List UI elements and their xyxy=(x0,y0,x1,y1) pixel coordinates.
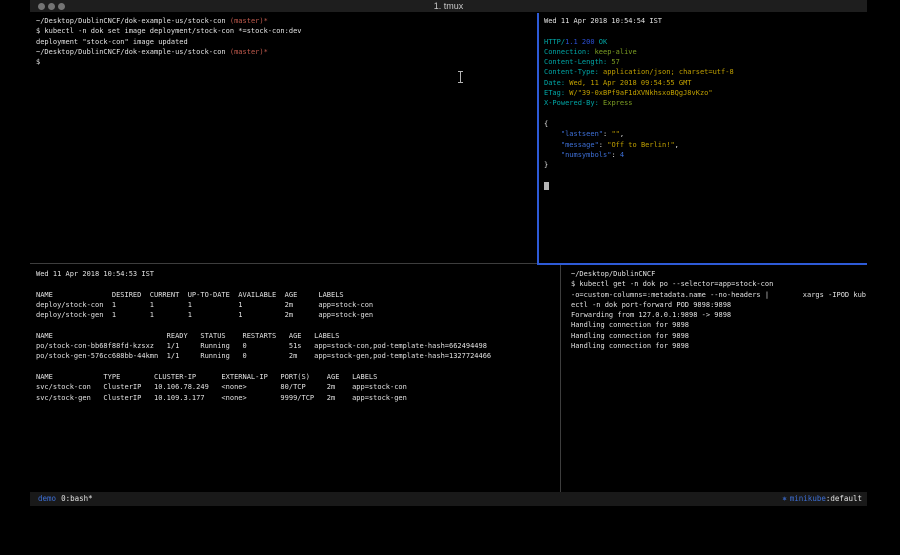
terminal-line: svc/stock-con ClusterIP 10.106.78.249 <n… xyxy=(36,382,560,392)
title-bar[interactable]: 1. tmux xyxy=(30,0,867,13)
terminal-line xyxy=(544,170,867,180)
terminal-line xyxy=(36,279,560,289)
status-bar-right: ⎈minikube:default xyxy=(782,492,862,506)
pane-divider-horizontal-right[interactable] xyxy=(537,263,867,265)
terminal-line: Wed 11 Apr 2018 10:54:54 IST xyxy=(544,16,867,26)
terminal-line: { xyxy=(544,119,867,129)
terminal-line: ~/Desktop/DublinCNCF xyxy=(571,269,867,279)
terminal-line: Wed 11 Apr 2018 10:54:53 IST xyxy=(36,269,560,279)
terminal-line xyxy=(544,109,867,119)
terminal-line: "numsymbols": 4 xyxy=(544,150,867,160)
desktop-background: 1. tmux ~/Desktop/DublinCNCF/dok-example… xyxy=(0,0,900,555)
window-title: 1. tmux xyxy=(30,1,867,11)
terminal-line: $ xyxy=(36,57,537,67)
pane-bottom-right-port-forward[interactable]: ~/Desktop/DublinCNCF$ kubectl get -n dok… xyxy=(564,266,867,492)
tmux-status-bar: demo 0:bash* ⎈minikube:default xyxy=(30,492,867,506)
terminal-block-cursor xyxy=(544,182,549,190)
mouse-ibeam-cursor xyxy=(458,71,463,83)
terminal-line: NAME READY STATUS RESTARTS AGE LABELS xyxy=(36,331,560,341)
terminal-line: svc/stock-gen ClusterIP 10.109.3.177 <no… xyxy=(36,393,560,403)
terminal-line: ~/Desktop/DublinCNCF/dok-example-us/stoc… xyxy=(36,16,537,26)
session-name-badge: demo xyxy=(38,494,56,503)
pane-bottom-left-kubectl-get[interactable]: Wed 11 Apr 2018 10:54:53 IST NAME DESIRE… xyxy=(30,266,560,492)
terminal-line: "message": "Off to Berlin!", xyxy=(544,140,867,150)
terminal-line: Content-Type: application/json; charset=… xyxy=(544,67,867,77)
kube-namespace: :default xyxy=(826,494,862,503)
terminal-line: Handling connection for 9898 xyxy=(571,320,867,330)
terminal-line: po/stock-gen-576cc688bb-44kmn 1/1 Runnin… xyxy=(36,351,560,361)
terminal-line: NAME TYPE CLUSTER-IP EXTERNAL-IP PORT(S)… xyxy=(36,372,560,382)
pane-top-right-http-response[interactable]: Wed 11 Apr 2018 10:54:54 IST HTTP/1.1 20… xyxy=(539,13,867,263)
terminal-line: $ kubectl get -n dok po --selector=app=s… xyxy=(571,279,867,289)
tmux-session-area: ~/Desktop/DublinCNCF/dok-example-us/stoc… xyxy=(30,13,867,492)
ibeam-bottom-serif xyxy=(458,82,463,83)
terminal-line: deploy/stock-gen 1 1 1 1 2m app=stock-ge… xyxy=(36,310,560,320)
terminal-line: -o=custom-columns=:metadata.name --no-he… xyxy=(571,290,867,300)
terminal-line xyxy=(36,320,560,330)
kube-context-name: minikube xyxy=(790,494,826,503)
terminal-line: X-Powered-By: Express xyxy=(544,98,867,108)
terminal-line: po/stock-con-bb68f88fd-kzsxz 1/1 Running… xyxy=(36,341,560,351)
terminal-line: NAME DESIRED CURRENT UP-TO-DATE AVAILABL… xyxy=(36,290,560,300)
terminal-line: deploy/stock-con 1 1 1 1 2m app=stock-co… xyxy=(36,300,560,310)
ibeam-stem xyxy=(460,72,461,82)
terminal-line: Content-Length: 57 xyxy=(544,57,867,67)
terminal-window: 1. tmux ~/Desktop/DublinCNCF/dok-example… xyxy=(30,0,867,506)
terminal-line: "lastseen": "", xyxy=(544,129,867,139)
pane-top-left-shell[interactable]: ~/Desktop/DublinCNCF/dok-example-us/stoc… xyxy=(30,13,537,263)
terminal-line: Connection: keep-alive xyxy=(544,47,867,57)
terminal-line: ~/Desktop/DublinCNCF/dok-example-us/stoc… xyxy=(36,47,537,57)
kubernetes-helm-icon: ⎈ xyxy=(782,494,787,503)
pane-divider-horizontal-left[interactable] xyxy=(30,263,537,264)
pane-divider-vertical-bottom[interactable] xyxy=(560,265,561,492)
terminal-line xyxy=(544,26,867,36)
terminal-line: $ kubectl -n dok set image deployment/st… xyxy=(36,26,537,36)
terminal-line: Handling connection for 9898 xyxy=(571,331,867,341)
terminal-line: deployment "stock-con" image updated xyxy=(36,37,537,47)
terminal-line xyxy=(544,181,867,191)
terminal-line: HTTP/1.1 200 OK xyxy=(544,37,867,47)
active-window-label[interactable]: 0:bash* xyxy=(61,494,93,503)
terminal-line: Date: Wed, 11 Apr 2018 09:54:55 GMT xyxy=(544,78,867,88)
terminal-line: ETag: W/"39-0xBPf9aF1dXVNkhsxoBQgJ8vKzo" xyxy=(544,88,867,98)
status-bar-left: demo 0:bash* xyxy=(38,492,93,506)
terminal-line: ectl -n dok port-forward POD 9898:9898 xyxy=(571,300,867,310)
terminal-line: Forwarding from 127.0.0.1:9898 -> 9898 xyxy=(571,310,867,320)
terminal-line: } xyxy=(544,160,867,170)
terminal-line: Handling connection for 9898 xyxy=(571,341,867,351)
terminal-line xyxy=(36,362,560,372)
